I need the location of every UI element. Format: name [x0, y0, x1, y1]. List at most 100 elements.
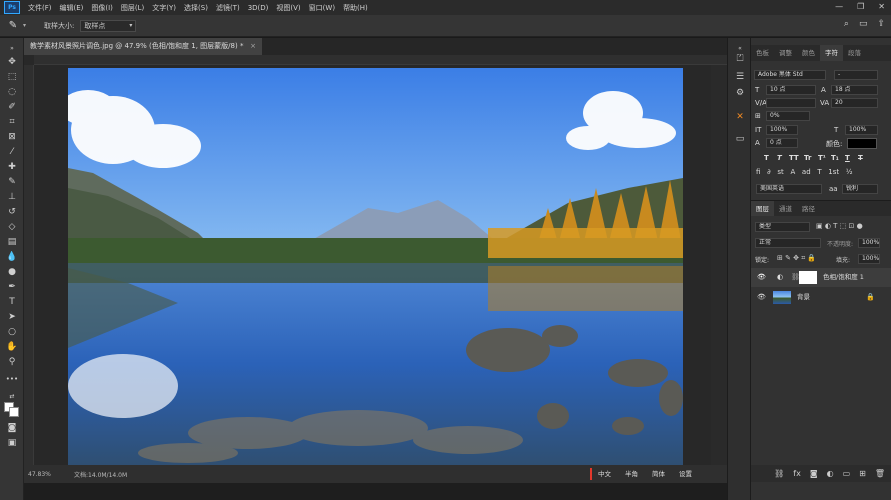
subscript-button[interactable]: T₁	[831, 154, 839, 162]
gradient-tool-icon[interactable]: ▤	[4, 236, 20, 249]
screen-mode-icon[interactable]: ▣	[4, 437, 20, 450]
tab-color[interactable]: 颜色	[797, 45, 820, 61]
healing-brush-icon[interactable]: ✚	[4, 161, 20, 174]
text-color-swatch[interactable]	[847, 138, 877, 149]
layer-thumbnail[interactable]	[773, 291, 791, 304]
new-adjustment-icon[interactable]: ◐	[827, 469, 834, 478]
eyedropper-icon[interactable]: ⁄	[4, 146, 20, 159]
ime-simplified[interactable]: 简体	[652, 465, 665, 483]
lock-icons[interactable]: ⊞ ✎ ✥ ⌗ 🔒	[777, 254, 816, 263]
document-size[interactable]: 文档:14.0M/14.0M	[74, 470, 127, 479]
ime-settings[interactable]: 设置	[679, 465, 692, 483]
font-size-field[interactable]: 10 点	[766, 85, 816, 95]
new-group-icon[interactable]: ▭	[843, 469, 851, 478]
menu-3d[interactable]: 3D(D)	[244, 4, 273, 12]
menu-select[interactable]: 选择(S)	[180, 3, 212, 13]
menu-file[interactable]: 文件(F)	[24, 3, 56, 13]
collapse-toolbar-icon[interactable]: »	[4, 42, 20, 55]
tsume-field[interactable]: 0%	[766, 111, 810, 121]
menu-view[interactable]: 视图(V)	[272, 3, 304, 13]
menu-edit[interactable]: 编辑(E)	[56, 3, 88, 13]
menu-help[interactable]: 帮助(H)	[339, 3, 372, 13]
tools-panel-icon[interactable]: ✕	[733, 110, 747, 124]
layer-row-adjustment[interactable]: 👁 ◐ ⛓ 色相/饱和度 1	[751, 268, 891, 287]
restore-icon[interactable]: ❐	[857, 2, 864, 11]
link-layers-icon[interactable]: ⛓	[774, 469, 784, 478]
tracking-field[interactable]: 20	[831, 98, 878, 108]
language-select[interactable]: 美国英语	[756, 184, 822, 194]
marquee-tool-icon[interactable]: ⬚	[4, 71, 20, 84]
layer-filter-select[interactable]: 类型	[755, 222, 810, 232]
pen-tool-icon[interactable]: ✒	[4, 281, 20, 294]
workspace-icon[interactable]: ▭	[859, 19, 868, 29]
fill-field[interactable]: 100%	[858, 254, 880, 264]
superscript-button[interactable]: T¹	[818, 154, 826, 162]
all-caps-button[interactable]: TT	[789, 154, 799, 162]
baseline-field[interactable]: 0 点	[766, 138, 798, 148]
frame-tool-icon[interactable]: ⊠	[4, 131, 20, 144]
tab-channels[interactable]: 通道	[774, 201, 797, 216]
adjustments-panel-icon[interactable]: ⚙	[733, 86, 747, 100]
faux-italic-button[interactable]: T	[777, 154, 782, 162]
minimize-icon[interactable]: —	[835, 2, 843, 11]
opacity-field[interactable]: 100%	[858, 238, 880, 248]
layer-row-background[interactable]: 👁 背景 🔒	[751, 288, 891, 307]
paragraph-panel-icon[interactable]: ▭	[733, 132, 747, 146]
type-tool-icon[interactable]: T	[4, 296, 20, 309]
small-caps-button[interactable]: Tr	[804, 154, 811, 162]
kerning-field[interactable]	[766, 98, 816, 108]
layer-style-icon[interactable]: fx	[793, 469, 801, 478]
eraser-tool-icon[interactable]: ◇	[4, 221, 20, 234]
blur-tool-icon[interactable]: 💧	[4, 251, 20, 264]
tab-paragraph[interactable]: 段落	[843, 45, 866, 61]
menu-layer[interactable]: 图层(L)	[117, 3, 148, 13]
close-tab-icon[interactable]: ×	[250, 38, 256, 55]
horizontal-scale-field[interactable]: 100%	[845, 125, 878, 135]
tab-adjustments[interactable]: 调整	[774, 45, 797, 61]
brush-tool-icon[interactable]: ✎	[4, 176, 20, 189]
crop-tool-icon[interactable]: ⌗	[4, 116, 20, 129]
search-icon[interactable]: ⌕	[844, 19, 849, 29]
tab-layers[interactable]: 图层	[751, 201, 774, 216]
sample-size-select[interactable]: 取样点	[80, 19, 137, 32]
font-family-select[interactable]: Adobe 黑体 Std	[754, 70, 826, 80]
opentype-icons[interactable]: fi ∂ st A ad T 1st ½	[756, 168, 853, 176]
move-tool-icon[interactable]: ✥	[4, 56, 20, 69]
history-brush-icon[interactable]: ↺	[4, 206, 20, 219]
vertical-scale-field[interactable]: 100%	[766, 125, 798, 135]
hand-tool-icon[interactable]: ✋	[4, 341, 20, 354]
properties-panel-icon[interactable]: ☰	[733, 70, 747, 84]
quick-mask-icon[interactable]: ◙	[4, 422, 20, 435]
strikethrough-button[interactable]: T	[858, 154, 863, 162]
canvas-image[interactable]	[68, 68, 683, 465]
ime-chinese[interactable]: 中文	[598, 465, 611, 483]
tool-preset-chevron-icon[interactable]: ▾	[23, 22, 26, 29]
underline-button[interactable]: T	[845, 154, 850, 162]
vertical-scrollbar[interactable]	[711, 65, 727, 465]
lasso-tool-icon[interactable]: ◌	[4, 86, 20, 99]
tab-character[interactable]: 字符	[820, 45, 843, 61]
more-tools-icon[interactable]: •••	[4, 373, 20, 386]
font-style-select[interactable]: -	[834, 70, 878, 80]
shape-tool-icon[interactable]: ○	[4, 326, 20, 339]
background-color-swatch[interactable]	[9, 407, 19, 417]
layer-filter-icons[interactable]: ▣ ◐ T ⬚ ⊡ ●	[816, 222, 863, 230]
document-tab[interactable]: 教学素材风景照片调色.jpg @ 47.9% (色相/饱和度 1, 图层蒙版/8…	[24, 38, 262, 55]
visibility-eye-icon[interactable]: 👁	[757, 273, 766, 281]
tab-swatches[interactable]: 色板	[751, 45, 774, 61]
menu-type[interactable]: 文字(Y)	[148, 3, 180, 13]
new-layer-icon[interactable]: ⊞	[859, 469, 866, 478]
layer-mask-thumbnail[interactable]	[799, 271, 817, 284]
blend-mode-select[interactable]: 正常	[755, 238, 821, 248]
menu-window[interactable]: 窗口(W)	[305, 3, 339, 13]
quick-select-tool-icon[interactable]: ✐	[4, 101, 20, 114]
menu-filter[interactable]: 滤镜(T)	[212, 3, 244, 13]
ime-halfwidth[interactable]: 半角	[625, 465, 638, 483]
tab-paths[interactable]: 路径	[797, 201, 820, 216]
eyedropper-tool-icon[interactable]: ✎	[3, 20, 23, 31]
delete-layer-icon[interactable]: 🗑	[875, 469, 885, 478]
layer-name[interactable]: 色相/饱和度 1	[823, 268, 864, 287]
leading-field[interactable]: 18 点	[831, 85, 878, 95]
zoom-level[interactable]: 47.83%	[28, 471, 64, 478]
close-window-icon[interactable]: ✕	[878, 2, 885, 11]
